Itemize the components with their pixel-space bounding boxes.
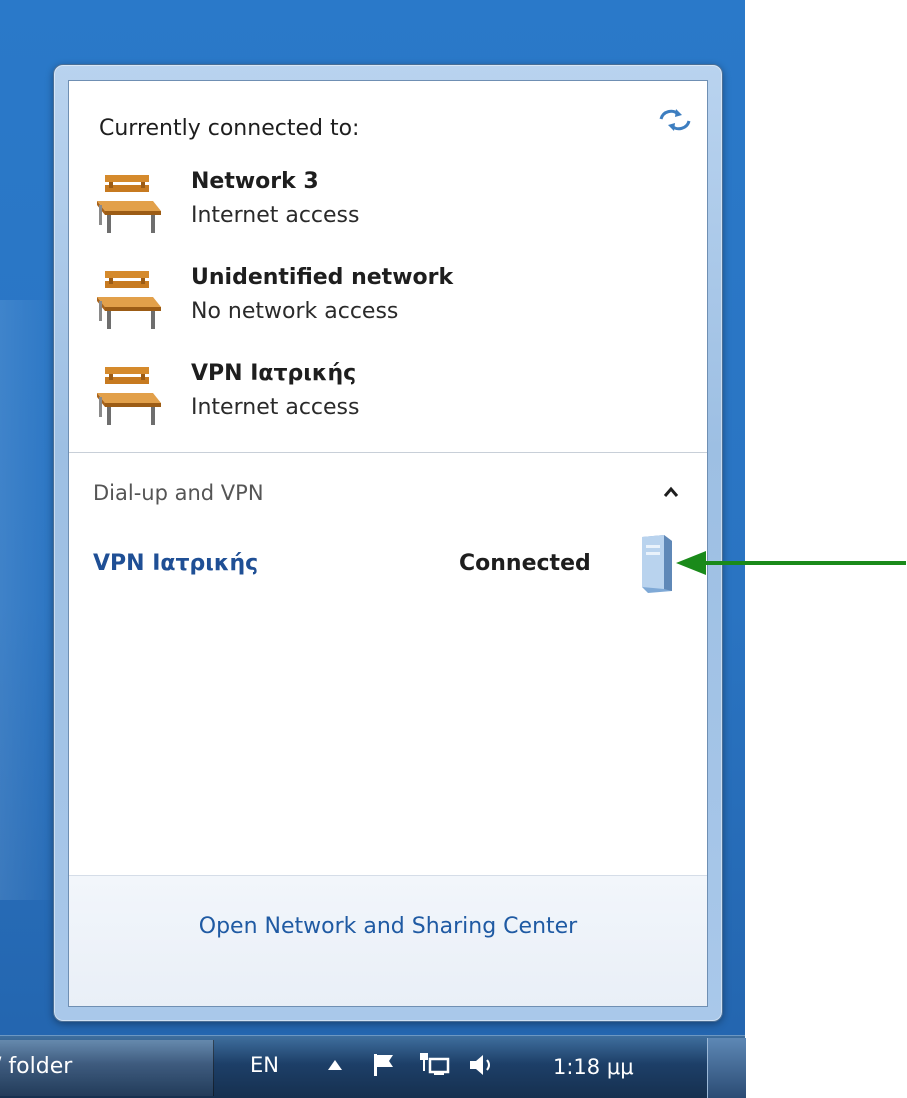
vpn-connection-status: Connected bbox=[459, 551, 591, 576]
action-center-flag-icon[interactable] bbox=[372, 1052, 396, 1078]
show-hidden-icons-icon[interactable] bbox=[327, 1059, 343, 1071]
section-divider bbox=[69, 452, 707, 453]
network-item[interactable]: Unidentified network No network access bbox=[91, 259, 511, 349]
network-status: Internet access bbox=[191, 203, 360, 228]
language-indicator[interactable]: EN bbox=[250, 1053, 279, 1077]
clock[interactable]: 1:18 μμ bbox=[553, 1055, 634, 1079]
green-arrow-icon bbox=[676, 551, 906, 575]
taskbar-folder-button[interactable]: / folder bbox=[0, 1040, 214, 1096]
bench-network-icon bbox=[97, 271, 161, 329]
open-network-sharing-center-link[interactable]: Open Network and Sharing Center bbox=[69, 914, 707, 939]
network-name: VPN Ιατρικής bbox=[191, 361, 357, 386]
network-status: Internet access bbox=[191, 395, 360, 420]
bench-network-icon bbox=[97, 175, 161, 233]
network-flyout-panel: Currently connected to: Network 3 Intern… bbox=[68, 80, 708, 1007]
vpn-connection-name[interactable]: VPN Ιατρικής bbox=[93, 551, 258, 576]
network-item[interactable]: VPN Ιατρικής Internet access bbox=[91, 355, 511, 445]
network-name: Network 3 bbox=[191, 169, 319, 194]
flyout-footer: Open Network and Sharing Center bbox=[69, 875, 707, 1006]
network-refresh-icon[interactable] bbox=[657, 105, 693, 135]
dialup-vpn-section-label: Dial-up and VPN bbox=[93, 481, 264, 505]
network-icon[interactable] bbox=[418, 1051, 450, 1079]
currently-connected-label: Currently connected to: bbox=[99, 116, 360, 141]
taskbar: / folder EN 1:18 μμ bbox=[0, 1035, 746, 1098]
vpn-server-icon bbox=[642, 535, 672, 593]
chevron-up-icon[interactable] bbox=[661, 484, 681, 500]
bench-network-icon bbox=[97, 367, 161, 425]
network-item[interactable]: Network 3 Internet access bbox=[91, 163, 511, 253]
show-desktop-button[interactable] bbox=[707, 1038, 746, 1098]
network-name: Unidentified network bbox=[191, 265, 454, 290]
network-status: No network access bbox=[191, 299, 399, 324]
volume-icon[interactable] bbox=[468, 1053, 498, 1077]
taskbar-button-label: / folder bbox=[0, 1054, 73, 1079]
